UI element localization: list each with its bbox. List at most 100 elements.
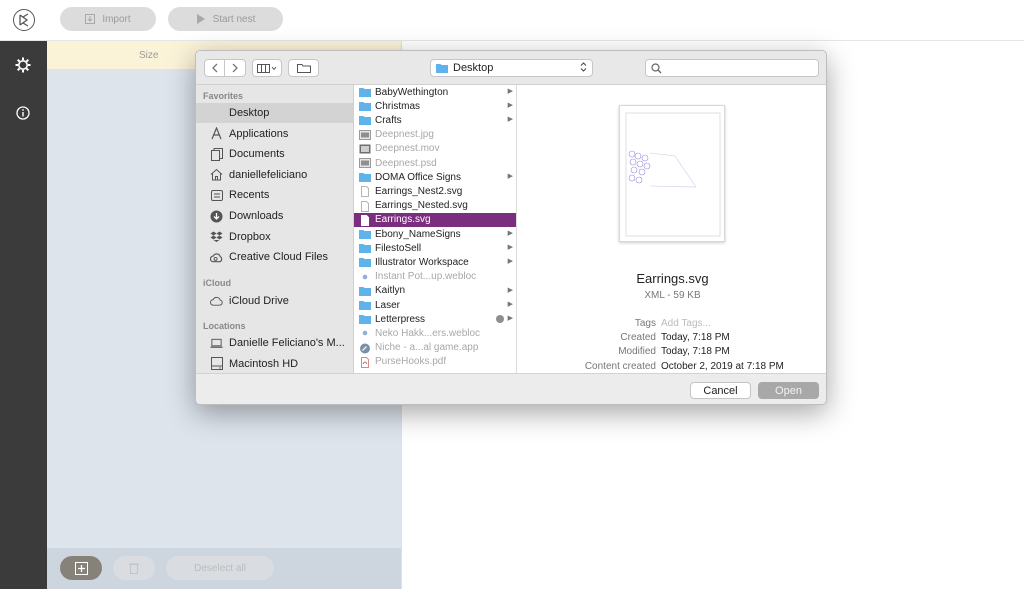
add-tags-field[interactable]: Add Tags... [661, 318, 711, 329]
folder-item[interactable]: Letterpress ▶ [354, 312, 516, 326]
folder-item[interactable]: DOMA Office Signs ▶ [354, 170, 516, 184]
file-item[interactable]: Deepnest.jpg [354, 128, 516, 142]
file-name: Deepnest.jpg [375, 129, 434, 141]
sidebar-item-label: Downloads [229, 210, 284, 222]
sidebar-item-creative-cloud-files[interactable]: Creative Cloud Files [196, 247, 353, 267]
columns-view-icon [257, 63, 277, 73]
folder-icon [359, 257, 371, 268]
folder-item[interactable]: Crafts ▶ [354, 113, 516, 127]
file-name: Christmas [375, 100, 421, 112]
folder-icon [359, 300, 371, 310]
metadata-value: October 2, 2019 at 7:18 PM [661, 360, 784, 372]
folder-item[interactable]: Kaitlyn ▶ [354, 284, 516, 298]
open-button[interactable]: Open [758, 382, 819, 399]
sidebar-item-downloads[interactable]: Downloads [196, 206, 353, 226]
sidebar-item-label: Applications [229, 127, 289, 140]
metadata-label: Content created [584, 360, 656, 372]
sidebar-item-label: Dropbox [229, 230, 271, 243]
home-icon [210, 168, 223, 181]
add-rectangle-button[interactable] [60, 556, 102, 580]
sidebar-item-daniellefeliciano[interactable]: daniellefeliciano [196, 165, 353, 185]
sidebar-item-documents[interactable]: Documents [196, 144, 353, 164]
location-popup[interactable]: Desktop [430, 59, 593, 77]
start-nest-label: Start nest [212, 13, 256, 25]
folder-item[interactable]: Illustrator Workspace ▶ [354, 255, 516, 269]
disk-icon [210, 357, 223, 371]
metadata-value: Today, 7:18 PM [661, 332, 730, 344]
metadata-label: Tags [634, 318, 656, 329]
file-name: Laser [375, 299, 401, 311]
disclosure-arrow-icon: ▶ [507, 88, 513, 95]
metadata-row: Modified Today, 7:18 PM [517, 346, 826, 360]
disclosure-arrow-icon: ▶ [507, 116, 513, 124]
file-item[interactable]: PurseHooks.pdf [354, 355, 516, 369]
sidebar-item-dropbox[interactable]: Dropbox [196, 227, 353, 247]
folder-icon [359, 314, 371, 325]
sidebar-item-label: Documents [229, 148, 285, 161]
import-button[interactable]: Import [60, 7, 156, 31]
metadata-label: Modified [618, 346, 656, 358]
back-button[interactable] [204, 59, 225, 77]
updown-chevron-icon [580, 61, 587, 76]
folder-item[interactable]: FilestoSell ▶ [354, 241, 516, 255]
sidebar-item-danielle-feliciano-s-m[interactable]: Danielle Feliciano's M... [196, 333, 353, 353]
document-icon [359, 200, 371, 212]
deepnest-logo-icon[interactable] [13, 9, 35, 31]
folder-item[interactable]: Ebony_NameSigns ▶ [354, 227, 516, 241]
laptop-icon [210, 337, 223, 350]
file-name: DOMA Office Signs [375, 171, 461, 183]
search-field[interactable] [645, 59, 819, 77]
sidebar-item-label: daniellefeliciano [229, 168, 308, 181]
metadata-row: Created Today, 7:18 PM [517, 332, 826, 346]
disclosure-arrow-icon: ▶ [507, 244, 513, 252]
file-name: Letterpress [375, 313, 426, 325]
gear-icon[interactable] [14, 56, 32, 74]
disclosure-arrow-icon: ▶ [507, 301, 513, 308]
deselect-all-button[interactable]: Deselect all [166, 556, 274, 580]
document-icon [359, 214, 371, 226]
file-item[interactable]: Instant Pot...up.webloc [354, 270, 516, 284]
delete-button[interactable] [113, 556, 155, 580]
sidebar-item-desktop[interactable]: Desktop [196, 103, 353, 123]
import-icon [85, 14, 96, 24]
forward-button[interactable] [225, 59, 246, 77]
file-name: Earrings_Nested.svg [375, 200, 468, 212]
info-icon[interactable] [14, 104, 32, 122]
app-sidebar [0, 41, 47, 589]
new-folder-button[interactable] [288, 59, 319, 77]
folder-icon [359, 172, 371, 183]
folder-item[interactable]: BabyWethington ▶ [354, 85, 516, 99]
dialog-footer: Cancel Open [196, 373, 826, 404]
new-folder-icon [296, 64, 311, 73]
sidebar-item-applications[interactable]: Applications [196, 124, 353, 144]
webloc-icon [359, 328, 371, 338]
file-item[interactable]: Neko Hakk...ers.webloc [354, 326, 516, 340]
file-thumbnail [619, 105, 725, 242]
view-mode-button[interactable] [252, 59, 282, 77]
folder-icon [359, 101, 371, 112]
disclosure-arrow-icon: ▶ [507, 258, 513, 266]
disclosure-arrow-icon: ▶ [507, 173, 513, 181]
sidebar-item-icloud-drive[interactable]: iCloud Drive [196, 291, 353, 311]
cancel-button[interactable]: Cancel [690, 382, 751, 399]
file-item[interactable]: Niche - a...al game.app [354, 341, 516, 355]
file-item[interactable]: Earrings.svg [354, 212, 516, 227]
file-item[interactable]: Earrings_Nested.svg [354, 199, 516, 213]
folder-item[interactable]: Laser ▶ [354, 298, 516, 312]
start-nest-button[interactable]: Start nest [168, 7, 283, 31]
sidebar-item-recents[interactable]: Recents [196, 185, 353, 205]
add-icon [74, 561, 88, 575]
gray-tag-dot-icon [496, 315, 504, 324]
file-item[interactable]: Earrings_Nest2.svg [354, 184, 516, 198]
file-item[interactable]: Deepnest.psd [354, 156, 516, 170]
trash-icon [129, 563, 139, 574]
file-name: FilestoSell [375, 242, 422, 254]
folder-item[interactable]: Christmas ▶ [354, 99, 516, 113]
sidebar-item-label: Recents [229, 189, 270, 202]
file-name: Illustrator Workspace [375, 256, 469, 268]
creative-cloud-icon [210, 251, 223, 264]
file-item[interactable]: Deepnest.mov [354, 142, 516, 156]
dropbox-icon [210, 230, 223, 243]
sidebar-item-label: Desktop [229, 107, 270, 119]
sidebar-item-macintosh-hd[interactable]: Macintosh HD [196, 354, 353, 373]
